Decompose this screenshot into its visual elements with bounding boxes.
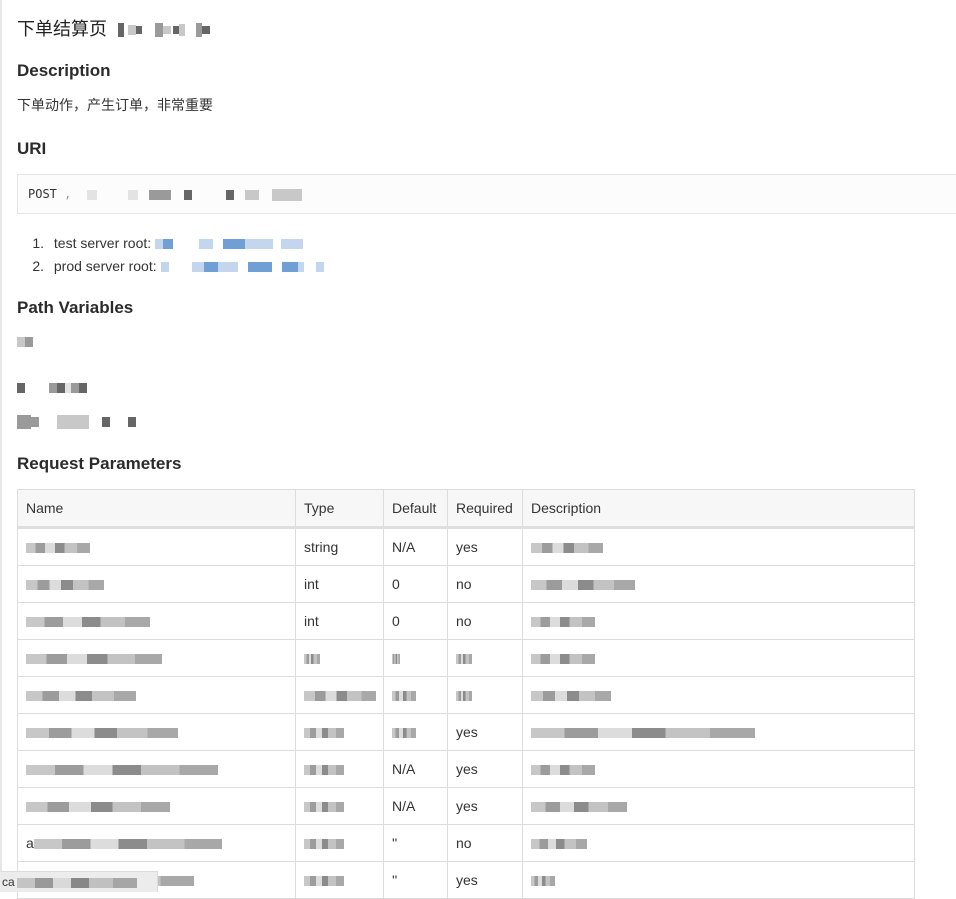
param-default: '': [383, 861, 448, 899]
table-row: yes: [17, 713, 915, 751]
server-label: test server root:: [53, 235, 152, 251]
column-header-name: Name: [17, 489, 296, 529]
param-description: [522, 639, 915, 677]
param-required: [447, 676, 523, 714]
uri-line: POST ,: [28, 187, 303, 201]
param-description: [522, 787, 915, 825]
server-item-test: 1. test server root:: [17, 232, 324, 255]
status-tooltip: ca: [0, 871, 158, 892]
param-description: [522, 750, 915, 788]
server-list: 1. test server root: 2. prod server root…: [17, 232, 325, 278]
table-row: int 0 no: [17, 602, 915, 640]
param-required: yes: [447, 861, 523, 899]
column-header-type: Type: [295, 489, 384, 529]
param-description: [522, 861, 915, 899]
description-text: 下单动作，产生订单，非常重要: [17, 97, 213, 113]
http-method: POST: [28, 187, 57, 201]
param-required: [447, 639, 523, 677]
table-row: N/A yes: [17, 787, 915, 825]
uri-path-redacted: ,: [64, 187, 303, 201]
param-default: [383, 639, 448, 677]
column-header-description: Description: [522, 489, 915, 529]
param-name: [17, 602, 296, 640]
column-header-required: Required: [447, 489, 523, 529]
param-type: [295, 824, 384, 862]
table-row: [17, 639, 915, 677]
uri-heading: URI: [17, 139, 47, 158]
param-description: [522, 824, 915, 862]
param-type: int: [295, 602, 384, 640]
table-row: [17, 676, 915, 714]
page-title: 下单结算页: [17, 16, 211, 42]
table-row: N/A yes: [17, 750, 915, 788]
param-required: yes: [447, 787, 523, 825]
param-required: yes: [447, 527, 523, 566]
param-type: [295, 713, 384, 751]
param-type: [295, 676, 384, 714]
param-name: [17, 639, 296, 677]
path-variable-item: [17, 333, 33, 347]
server-label: prod server root:: [53, 258, 157, 274]
column-header-default: Default: [383, 489, 448, 529]
param-name: [17, 750, 296, 788]
param-description: [522, 713, 915, 751]
param-type: int: [295, 565, 384, 603]
left-border: [0, 0, 2, 892]
param-default: N/A: [383, 787, 448, 825]
param-default: 0: [383, 602, 448, 640]
table-row: int 0 no: [17, 565, 915, 603]
request-parameters-table: Name Type Default Required Description s…: [17, 489, 915, 899]
table-row: a '' no: [17, 824, 915, 862]
description-heading: Description: [17, 61, 111, 80]
param-name: a: [17, 824, 296, 862]
param-default: [383, 676, 448, 714]
param-description: [522, 527, 915, 566]
param-default: N/A: [383, 750, 448, 788]
param-required: no: [447, 565, 523, 603]
prod-server-link[interactable]: [160, 258, 325, 274]
param-description: [522, 676, 915, 714]
param-name: [17, 787, 296, 825]
path-variable-item: [17, 413, 137, 429]
param-name: [17, 565, 296, 603]
param-name: [17, 676, 296, 714]
param-default: '': [383, 824, 448, 862]
param-type: [295, 750, 384, 788]
param-default: 0: [383, 565, 448, 603]
param-type: [295, 639, 384, 677]
param-default: N/A: [383, 527, 448, 566]
server-item-prod: 2. prod server root:: [17, 255, 325, 278]
page-title-text: 下单结算页: [17, 19, 107, 39]
test-server-link[interactable]: [155, 235, 303, 251]
param-name: [17, 713, 296, 751]
request-parameters-heading: Request Parameters: [17, 454, 182, 473]
param-name: [17, 527, 296, 566]
param-type: [295, 787, 384, 825]
param-required: no: [447, 602, 523, 640]
param-type: [295, 861, 384, 899]
path-variables-heading: Path Variables: [17, 298, 134, 317]
table-row: string N/A yes: [17, 527, 915, 566]
param-required: no: [447, 824, 523, 862]
param-description: [522, 565, 915, 603]
path-variable-item: [17, 379, 88, 393]
param-description: [522, 602, 915, 640]
page-title-redacted: [118, 19, 211, 39]
uri-code-block: POST ,: [17, 174, 956, 214]
table-header-row: Name Type Default Required Description: [17, 489, 915, 529]
param-required: yes: [447, 750, 523, 788]
param-type: string: [295, 527, 384, 566]
param-default: [383, 713, 448, 751]
status-tooltip-text: ca: [2, 875, 15, 889]
param-required: yes: [447, 713, 523, 751]
